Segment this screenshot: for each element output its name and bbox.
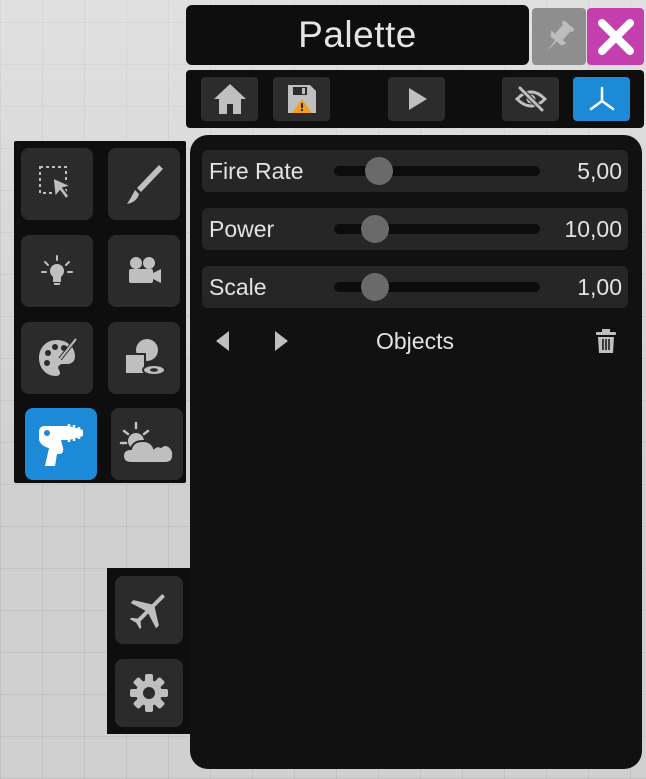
airplane-icon xyxy=(129,594,165,630)
trash-icon xyxy=(596,329,616,353)
slider-label: Scale xyxy=(209,274,267,300)
save-warning-icon xyxy=(287,85,316,113)
slider-value: 10,00 xyxy=(564,216,622,242)
title-bar[interactable]: Palette xyxy=(186,5,529,65)
slider-label: Power xyxy=(209,216,275,242)
objects-nav: Objects xyxy=(202,320,628,362)
scale-slider[interactable] xyxy=(334,273,540,301)
shapes-icon xyxy=(124,339,166,376)
camera-icon xyxy=(129,257,161,283)
slider-row-scale: Scale 1,00 xyxy=(202,266,628,308)
arrow-right-icon xyxy=(275,331,288,351)
light-icon xyxy=(41,255,73,285)
light-tool[interactable] xyxy=(21,235,93,307)
arrow-left-icon xyxy=(216,331,229,351)
home-button[interactable] xyxy=(201,77,258,121)
save-button[interactable] xyxy=(273,77,330,121)
next-button[interactable] xyxy=(268,328,294,354)
airplane-tool[interactable] xyxy=(115,576,183,644)
eye-off-icon xyxy=(514,86,547,112)
brush-icon xyxy=(127,165,163,204)
visibility-button[interactable] xyxy=(502,77,559,121)
axes-icon xyxy=(589,86,614,111)
home-icon xyxy=(213,84,246,114)
window-title: Palette xyxy=(298,14,417,55)
close-icon xyxy=(597,18,634,55)
slider-value: 1,00 xyxy=(577,274,622,300)
bottom-tools xyxy=(107,568,191,734)
select-icon xyxy=(39,166,74,201)
objects-label: Objects xyxy=(376,328,454,354)
slider-row-fire-rate: Fire Rate 5,00 xyxy=(202,150,628,192)
slider-value: 5,00 xyxy=(577,158,622,184)
slider-knob[interactable] xyxy=(361,273,390,301)
settings-icon xyxy=(130,674,168,712)
camera-tool[interactable] xyxy=(108,235,180,307)
side-tools xyxy=(14,141,186,483)
palette-tool[interactable] xyxy=(21,322,93,394)
power-slider[interactable] xyxy=(334,215,540,243)
shapes-tool[interactable] xyxy=(108,322,180,394)
weather-tool[interactable] xyxy=(111,408,183,480)
play-button[interactable] xyxy=(388,77,445,121)
fire-rate-slider[interactable] xyxy=(334,157,540,185)
pin-button[interactable] xyxy=(532,8,586,65)
slider-row-power: Power 10,00 xyxy=(202,208,628,250)
axes-button[interactable] xyxy=(573,77,630,121)
pin-icon xyxy=(547,20,575,51)
brush-tool[interactable] xyxy=(108,148,180,220)
settings-tool[interactable] xyxy=(115,659,183,727)
weather-icon xyxy=(119,421,175,464)
select-tool[interactable] xyxy=(21,148,93,220)
close-button[interactable] xyxy=(587,8,644,65)
previous-button[interactable] xyxy=(210,328,236,354)
delete-button[interactable] xyxy=(593,328,619,354)
slider-label: Fire Rate xyxy=(209,158,304,184)
slider-knob[interactable] xyxy=(365,157,394,185)
slider-knob[interactable] xyxy=(361,215,390,243)
raygun-tool[interactable] xyxy=(25,408,97,480)
raygun-icon xyxy=(39,424,83,466)
play-icon xyxy=(408,88,427,110)
palette-icon xyxy=(39,337,78,376)
toolbar xyxy=(186,70,644,128)
